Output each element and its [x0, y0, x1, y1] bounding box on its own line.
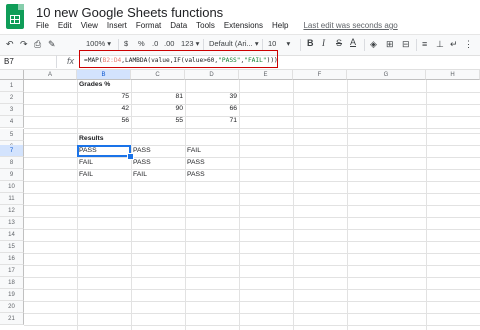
grade-cell-b2[interactable]: 75: [77, 91, 129, 103]
row-header-7[interactable]: 7: [0, 145, 24, 157]
italic-button[interactable]: I: [322, 38, 325, 48]
fx-icon: fx: [67, 56, 75, 66]
grade-cell-b4[interactable]: 56: [77, 115, 129, 127]
zoom-select[interactable]: 100% ▾: [86, 39, 111, 48]
more-formats-label: 123: [181, 39, 194, 48]
text-wrap-icon[interactable]: ↵: [450, 39, 458, 50]
bold-button[interactable]: B: [307, 38, 314, 48]
column-header-g[interactable]: G: [347, 70, 426, 80]
row-header-1[interactable]: 1: [0, 80, 24, 92]
row-header-13[interactable]: 13: [0, 217, 24, 229]
paint-format-icon[interactable]: ✎: [48, 39, 56, 50]
column-header-e[interactable]: E: [239, 70, 293, 80]
menu-tools[interactable]: Tools: [196, 21, 215, 30]
column-header-f[interactable]: F: [293, 70, 347, 80]
redo-icon[interactable]: ↷: [20, 39, 28, 50]
menu-insert[interactable]: Insert: [107, 21, 127, 30]
row-header-10[interactable]: 10: [0, 181, 24, 193]
row-header-21[interactable]: 21: [0, 313, 24, 325]
menu-format[interactable]: Format: [136, 21, 161, 30]
formula-divider: [56, 55, 57, 68]
grade-cell-d2[interactable]: 39: [185, 91, 237, 103]
column-header-a[interactable]: A: [24, 70, 77, 80]
decrease-decimal-button[interactable]: .0: [152, 39, 158, 48]
row-header-19[interactable]: 19: [0, 289, 24, 301]
menu-file[interactable]: File: [36, 21, 49, 30]
grades-header-cell[interactable]: Grades %: [79, 79, 110, 91]
sheets-logo-icon[interactable]: [6, 4, 24, 29]
increase-decimal-button[interactable]: .00: [164, 39, 174, 48]
row-header-20[interactable]: 20: [0, 301, 24, 313]
row-header-11[interactable]: 11: [0, 193, 24, 205]
result-cell-c9[interactable]: FAIL: [133, 169, 147, 181]
results-header-cell[interactable]: Results: [79, 133, 104, 145]
strikethrough-button[interactable]: S: [336, 38, 342, 48]
menu-data[interactable]: Data: [170, 21, 187, 30]
result-cell-c7[interactable]: PASS: [133, 145, 151, 157]
formula-highlight-box: [79, 50, 278, 68]
fill-color-icon[interactable]: ◈: [370, 39, 377, 50]
row-header-14[interactable]: 14: [0, 229, 24, 241]
row-header-5[interactable]: 5: [0, 129, 24, 141]
column-header-d[interactable]: D: [185, 70, 239, 80]
font-size-select[interactable]: 10 ▾: [268, 39, 290, 48]
grade-cell-d3[interactable]: 66: [185, 103, 237, 115]
chevron-down-icon: ▾: [195, 39, 200, 48]
chevron-down-icon: ▾: [254, 39, 259, 48]
percent-button[interactable]: %: [138, 39, 145, 48]
merge-cells-icon[interactable]: ⊟: [402, 39, 410, 50]
chevron-down-icon: ▾: [286, 39, 291, 48]
fill-handle[interactable]: [127, 153, 134, 160]
select-all-corner[interactable]: [0, 70, 24, 80]
undo-icon[interactable]: ↶: [6, 39, 14, 50]
row-header-17[interactable]: 17: [0, 265, 24, 277]
row-header-4[interactable]: 4: [0, 116, 24, 128]
horizontal-align-icon[interactable]: ≡: [422, 39, 427, 49]
print-icon[interactable]: ⎙: [34, 39, 41, 50]
menu-edit[interactable]: Edit: [58, 21, 72, 30]
result-cell-d7[interactable]: FAIL: [187, 145, 201, 157]
row-header-8[interactable]: 8: [0, 157, 24, 169]
menu-help[interactable]: Help: [272, 21, 288, 30]
result-cell-c8[interactable]: PASS: [133, 157, 151, 169]
row-header-15[interactable]: 15: [0, 241, 24, 253]
column-header-c[interactable]: C: [131, 70, 185, 80]
currency-button[interactable]: $: [124, 39, 128, 48]
column-header-h[interactable]: H: [426, 70, 480, 80]
menu-bar: File Edit View Insert Format Data Tools …: [36, 21, 407, 30]
grade-cell-c4[interactable]: 55: [131, 115, 183, 127]
zoom-value: 100%: [86, 39, 106, 48]
font-select[interactable]: Default (Ari... ▾: [209, 39, 259, 48]
grade-cell-c3[interactable]: 90: [131, 103, 183, 115]
row-header-16[interactable]: 16: [0, 253, 24, 265]
row-header-3[interactable]: 3: [0, 104, 24, 116]
document-title[interactable]: 10 new Google Sheets functions: [36, 5, 223, 20]
chevron-down-icon: ▾: [107, 39, 112, 48]
row-header-2[interactable]: 2: [0, 92, 24, 104]
grade-cell-d4[interactable]: 71: [185, 115, 237, 127]
result-cell-b8[interactable]: FAIL: [79, 157, 93, 169]
row-header-18[interactable]: 18: [0, 277, 24, 289]
result-cell-b9[interactable]: FAIL: [79, 169, 93, 181]
row-header-12[interactable]: 12: [0, 205, 24, 217]
result-cell-d8[interactable]: PASS: [187, 157, 205, 169]
font-size-value: 10: [268, 39, 277, 48]
grade-cell-c2[interactable]: 81: [131, 91, 183, 103]
name-box[interactable]: B7: [4, 57, 14, 66]
result-cell-d9[interactable]: PASS: [187, 169, 205, 181]
font-value: Default (Ari...: [209, 39, 253, 48]
vertical-align-icon[interactable]: ⊥: [436, 39, 444, 50]
borders-icon[interactable]: ⊞: [386, 39, 394, 50]
last-edit-link[interactable]: Last edit was seconds ago: [303, 21, 397, 30]
active-cell-selection[interactable]: [77, 145, 131, 157]
menu-extensions[interactable]: Extensions: [224, 21, 263, 30]
text-color-button[interactable]: A: [350, 37, 356, 47]
grade-cell-b3[interactable]: 42: [77, 103, 129, 115]
more-formats-button[interactable]: 123 ▾: [181, 39, 199, 48]
row-header-9[interactable]: 9: [0, 169, 24, 181]
menu-view[interactable]: View: [81, 21, 98, 30]
more-icon[interactable]: ⋮: [464, 39, 473, 50]
